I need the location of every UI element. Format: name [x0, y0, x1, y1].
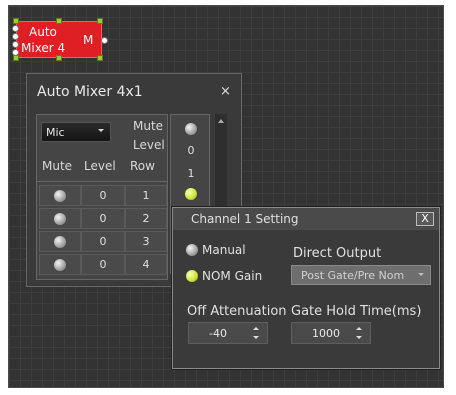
channel-row: 0 4: [39, 254, 167, 275]
window-title: Auto Mixer 4x1: [37, 84, 143, 100]
header-mute: Mute: [42, 159, 73, 173]
device-label-line1: Auto: [29, 25, 57, 39]
mute-cell[interactable]: [39, 231, 81, 252]
gate-hold-label: Gate Hold Time(ms): [291, 304, 422, 319]
nom-gain-label: NOM Gain: [202, 269, 263, 283]
row-cell: 4: [125, 254, 167, 275]
mute-led-icon[interactable]: [54, 236, 66, 248]
input-port-3[interactable]: [12, 41, 19, 48]
spin-down-icon[interactable]: [356, 336, 362, 339]
resize-handle-bc[interactable]: [56, 55, 62, 61]
mute-led-icon[interactable]: [54, 213, 66, 225]
off-attenuation-value: -40: [209, 327, 227, 340]
gate-hold-value: 1000: [312, 327, 340, 340]
gate-hold-spinbox[interactable]: 1000: [291, 322, 371, 344]
level-cell[interactable]: 0: [81, 185, 125, 206]
channel-row: 0 3: [39, 231, 167, 252]
input-type-value: Mic: [46, 126, 65, 139]
resize-handle-tl[interactable]: [13, 18, 19, 24]
row-cell: 3: [125, 231, 167, 252]
mute-led-icon[interactable]: [54, 190, 66, 202]
device-label-suffix: M: [83, 33, 94, 47]
chevron-down-icon: [418, 273, 424, 276]
output-row: 1: [187, 167, 195, 180]
resize-handle-br[interactable]: [97, 55, 103, 61]
channel-rows: 0 1 0 2 0 3 0 4: [36, 181, 168, 280]
level-cell[interactable]: 0: [81, 208, 125, 229]
output-mute-led-icon[interactable]: [185, 123, 197, 135]
input-port-1[interactable]: [12, 25, 19, 32]
off-attenuation-label: Off Attenuation: [187, 304, 287, 319]
manual-radio[interactable]: [186, 244, 198, 256]
input-port-4[interactable]: [12, 49, 19, 56]
nom-gain-radio[interactable]: [186, 270, 198, 282]
level-cell[interactable]: 0: [81, 254, 125, 275]
input-port-2[interactable]: [12, 33, 19, 40]
close-icon[interactable]: ×: [220, 84, 231, 99]
resize-handle-tr[interactable]: [97, 18, 103, 24]
direct-output-value: Post Gate/Pre Nom: [301, 269, 405, 282]
mute-cell[interactable]: [39, 208, 81, 229]
mute-cell[interactable]: [39, 185, 81, 206]
channel-setting-dialog: Channel 1 Setting X Manual NOM Gain Dire…: [172, 207, 440, 369]
output-active-led-icon[interactable]: [185, 188, 197, 200]
mute-led-icon[interactable]: [54, 259, 66, 271]
auto-mixer-device-block[interactable]: Auto Mixer 4 M: [16, 21, 102, 58]
input-type-select[interactable]: Mic: [41, 122, 111, 142]
direct-output-select[interactable]: Post Gate/Pre Nom: [291, 265, 431, 285]
manual-label: Manual: [202, 243, 246, 257]
mute-cell[interactable]: [39, 254, 81, 275]
chevron-down-icon: [98, 129, 104, 132]
dialog-titlebar[interactable]: Channel 1 Setting X: [173, 208, 439, 230]
spin-up-icon[interactable]: [253, 327, 259, 330]
off-attenuation-spinbox[interactable]: -40: [188, 322, 268, 344]
channel-row: 0 2: [39, 208, 167, 229]
channel-row: 0 1: [39, 185, 167, 206]
spin-down-icon[interactable]: [253, 336, 259, 339]
scroll-up-icon[interactable]: [218, 119, 224, 123]
output-port[interactable]: [101, 37, 108, 44]
row-cell: 1: [125, 185, 167, 206]
spin-up-icon[interactable]: [356, 327, 362, 330]
device-label-line2: Mixer 4: [21, 41, 66, 55]
level-cell[interactable]: 0: [81, 231, 125, 252]
resize-handle-tc[interactable]: [56, 18, 62, 24]
row-cell: 2: [125, 208, 167, 229]
close-button[interactable]: X: [416, 212, 434, 226]
header-right-mute: Mute: [133, 119, 164, 133]
direct-output-label: Direct Output: [293, 246, 382, 261]
header-right-level: Level: [133, 138, 165, 152]
header-row: Row: [130, 159, 155, 173]
header-level: Level: [84, 159, 116, 173]
dialog-title: Channel 1 Setting: [191, 212, 299, 226]
output-level[interactable]: 0: [171, 144, 211, 157]
